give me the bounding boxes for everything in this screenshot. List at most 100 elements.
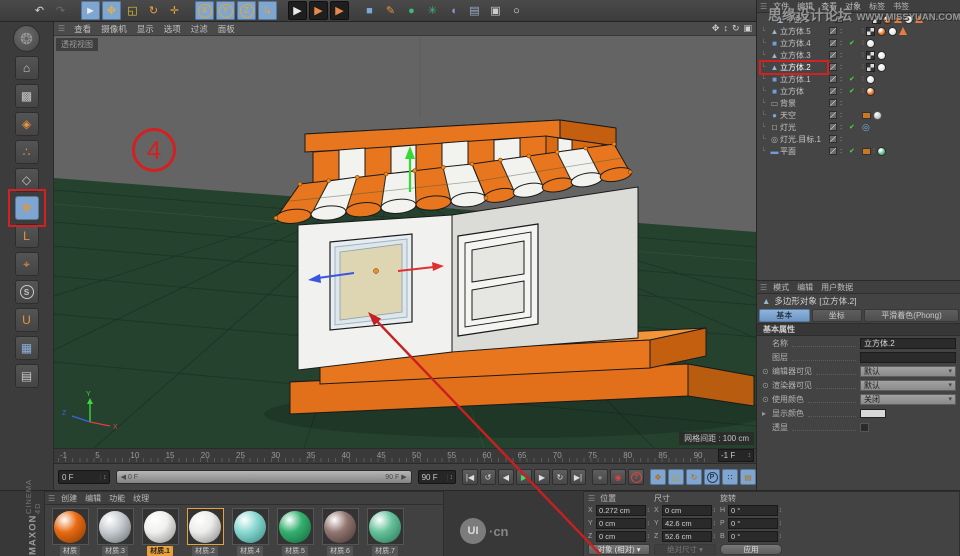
viewport-menu-item-0[interactable]: 查看 (69, 23, 96, 35)
viewport-menu-item-1[interactable]: 摄像机 (96, 23, 132, 35)
material-item[interactable]: 材质.7 (364, 508, 406, 556)
object-name[interactable]: 平面 (780, 146, 796, 157)
om-menu-item-3[interactable]: 对象 (841, 1, 865, 12)
add-deformer-button[interactable]: ✳ (423, 1, 442, 20)
material-tag-icon[interactable] (887, 26, 897, 36)
key-position-toggle[interactable]: ✥ (650, 469, 666, 485)
om-row-main[interactable]: └ ▲ 立方体.3 (761, 50, 827, 61)
snap-button[interactable]: U (14, 308, 39, 332)
stepper-icon[interactable]: ↕ (647, 520, 651, 527)
uvw-tag-icon[interactable] (871, 14, 881, 24)
add-environment-button[interactable]: ▤ (465, 1, 484, 20)
point-tag-icon[interactable]: ∶ (862, 63, 864, 71)
om-menu-item-4[interactable]: 标签 (865, 1, 889, 12)
visibility-dots-icon[interactable]: ∶ (840, 123, 846, 132)
menu-grip-icon[interactable]: ☰ (48, 494, 55, 503)
material-thumbnail[interactable] (231, 508, 269, 545)
material-thumbnail[interactable] (276, 508, 314, 545)
key-parameter-toggle[interactable]: P (704, 469, 720, 485)
make-editable-button[interactable]: ⌂ (14, 56, 39, 80)
material-tag-icon[interactable] (865, 38, 875, 48)
attr-tab-1[interactable]: 坐标 (811, 309, 863, 322)
key-pla-toggle[interactable]: ∷ (722, 469, 738, 485)
om-row[interactable]: └ ■ 立方体 ∶ ✔ ∶ (757, 85, 960, 97)
om-row[interactable]: └ □ 灯光 ∶ ✔ ◎ (757, 121, 960, 133)
object-name[interactable]: 立方体 (780, 86, 804, 97)
enabled-check-icon[interactable]: ✔ (849, 75, 857, 83)
menu-grip-icon[interactable]: ☰ (58, 24, 65, 33)
om-row-main[interactable]: └ ■ 立方体 (761, 86, 827, 97)
coord-value-input[interactable]: 52.6 cm (662, 531, 712, 542)
object-name[interactable]: 灯光 (780, 122, 796, 133)
material-label[interactable]: 材质.4 (237, 546, 263, 556)
viewport[interactable]: Y X Z ☰ 查看 摄像机 显示 选项 过滤 面板 ✥ ↕ ↻ ▣ 透视视图 网格间距 : 1… (54, 22, 756, 448)
edges-mode-button[interactable]: ◇ (14, 168, 39, 192)
coord-value-input[interactable]: 0 cm (596, 518, 646, 529)
layer-icon[interactable] (829, 39, 837, 47)
enabled-check-icon[interactable]: ✔ (849, 87, 857, 95)
attr-tab-0[interactable]: 基本 (759, 309, 810, 322)
viewport-menu-item-5[interactable]: 面板 (213, 23, 240, 35)
om-row-main[interactable]: └ ■ 立方体.4 (761, 38, 827, 49)
om-row[interactable]: └ ■ 立方体.1 ∶ ✔ ∶ (757, 73, 960, 85)
render-view-button[interactable]: ▶ (288, 1, 307, 20)
stepper-icon[interactable]: ↕ (446, 473, 456, 481)
coordinate-system-button[interactable]: ↳ (258, 1, 277, 20)
visibility-dots-icon[interactable]: ∶ (840, 99, 846, 108)
layer-input[interactable] (860, 351, 956, 363)
goto-start-button[interactable]: |◀ (462, 469, 478, 485)
selection-tag-icon[interactable] (893, 15, 902, 23)
material-thumbnail[interactable] (51, 508, 89, 545)
rotate-tool[interactable]: ↻ (144, 1, 163, 20)
point-tag-icon[interactable]: ∶ (868, 15, 870, 23)
om-menu-item-5[interactable]: 书签 (889, 1, 913, 12)
material-menu-item-3[interactable]: 纹理 (129, 493, 153, 504)
object-name[interactable]: 立方体.5 (780, 26, 811, 37)
enabled-check-icon[interactable]: ✔ (849, 147, 857, 155)
uvw-tag-icon[interactable] (865, 50, 875, 60)
lock-z-axis-button[interactable]: Z (237, 1, 256, 20)
render-region-button[interactable]: ▶ (309, 1, 328, 20)
menu-grip-icon[interactable]: ☰ (760, 2, 767, 11)
om-row-main[interactable]: └ ● 天空 (761, 110, 827, 121)
material-item[interactable]: 材质.1 (139, 508, 181, 556)
om-row-main[interactable]: └ ▬ 平面 (761, 146, 827, 157)
viewport-solo-button[interactable]: ⌖ (14, 252, 39, 276)
add-spline-primitive-button[interactable]: ◖ (444, 1, 463, 20)
material-label[interactable]: 材质.2 (192, 546, 218, 556)
stepper-icon[interactable]: ↕ (713, 507, 717, 514)
material-tag-icon[interactable] (876, 26, 886, 36)
point-tag-icon[interactable]: ∶ (873, 147, 875, 155)
stepper-icon[interactable]: ↕ (779, 533, 783, 540)
point-tag-icon[interactable]: ∶ (862, 51, 864, 59)
pan-view-icon[interactable]: ✥ (712, 23, 720, 34)
add-light-button[interactable]: ○ (507, 1, 526, 20)
toggle-view-icon[interactable]: ▣ (743, 23, 752, 34)
previous-frame-button[interactable]: ◀ (498, 469, 514, 485)
enabled-check-icon[interactable]: ✔ (849, 123, 857, 131)
target-tag-icon[interactable]: ◎ (862, 122, 870, 132)
texture-mode-button[interactable]: ▩ (14, 84, 39, 108)
object-name[interactable]: 平面.1 (786, 14, 809, 25)
viewport-menu-item-2[interactable]: 显示 (132, 23, 159, 35)
om-row[interactable]: └ ▭ 背景 ∶ (757, 97, 960, 109)
cycle-icon[interactable]: ⊙ (762, 381, 772, 390)
layer-icon[interactable] (829, 111, 837, 119)
layer-icon[interactable] (829, 63, 837, 71)
visibility-dots-icon[interactable]: ∶ (840, 63, 846, 72)
expand-icon[interactable]: ▸ (762, 409, 772, 418)
sky-material-tag-icon[interactable] (873, 110, 882, 120)
coord-value-input[interactable]: 0 ° (728, 505, 778, 516)
coord-value-input[interactable]: 0 ° (728, 531, 778, 542)
stepper-icon[interactable]: ↕ (100, 473, 109, 481)
object-name[interactable]: 立方体.3 (780, 50, 811, 61)
material-label[interactable]: 材质.5 (282, 546, 308, 556)
add-generator-button[interactable]: ● (402, 1, 421, 20)
om-row[interactable]: └ ◎ 灯光.目标.1 ∶ (757, 133, 960, 145)
visibility-dots-icon[interactable]: ∶ (840, 147, 846, 156)
visibility-dots-icon[interactable]: ∶ (840, 27, 846, 36)
layer-icon[interactable] (829, 123, 837, 131)
name-input[interactable]: 立方体.2 (860, 337, 956, 349)
key-scale-toggle[interactable]: ◱ (668, 469, 684, 485)
apply-button[interactable]: 应用 (720, 544, 782, 555)
